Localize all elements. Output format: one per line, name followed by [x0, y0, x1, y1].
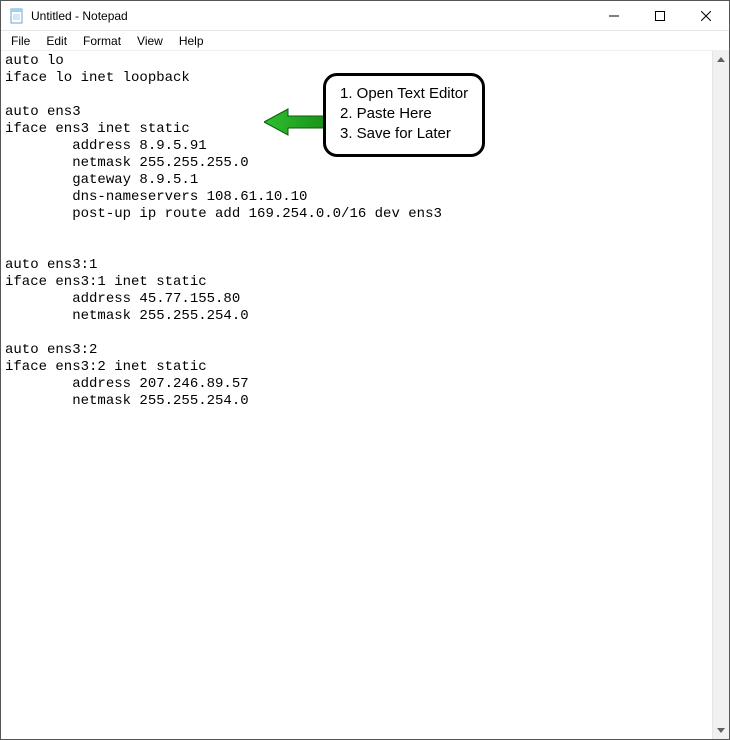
- window-controls: [591, 1, 729, 30]
- window-title: Untitled - Notepad: [31, 9, 128, 23]
- menu-view[interactable]: View: [129, 32, 171, 50]
- close-button[interactable]: [683, 1, 729, 30]
- vertical-scrollbar[interactable]: [712, 51, 729, 739]
- scroll-down-arrow-icon[interactable]: [713, 722, 729, 739]
- minimize-button[interactable]: [591, 1, 637, 30]
- callout-line-2: 2. Paste Here: [340, 104, 468, 124]
- callout-line-3: 3. Save for Later: [340, 124, 468, 144]
- annotation-callout: 1. Open Text Editor 2. Paste Here 3. Sav…: [323, 73, 485, 157]
- maximize-button[interactable]: [637, 1, 683, 30]
- titlebar: Untitled - Notepad: [1, 1, 729, 31]
- scroll-up-arrow-icon[interactable]: [713, 51, 729, 68]
- menu-format[interactable]: Format: [75, 32, 129, 50]
- menu-help[interactable]: Help: [171, 32, 212, 50]
- menu-edit[interactable]: Edit: [38, 32, 75, 50]
- menubar: File Edit Format View Help: [1, 31, 729, 51]
- notepad-app-icon: [9, 8, 25, 24]
- notepad-window: Untitled - Notepad File Edit Format View…: [0, 0, 730, 740]
- menu-file[interactable]: File: [3, 32, 38, 50]
- callout-line-1: 1. Open Text Editor: [340, 84, 468, 104]
